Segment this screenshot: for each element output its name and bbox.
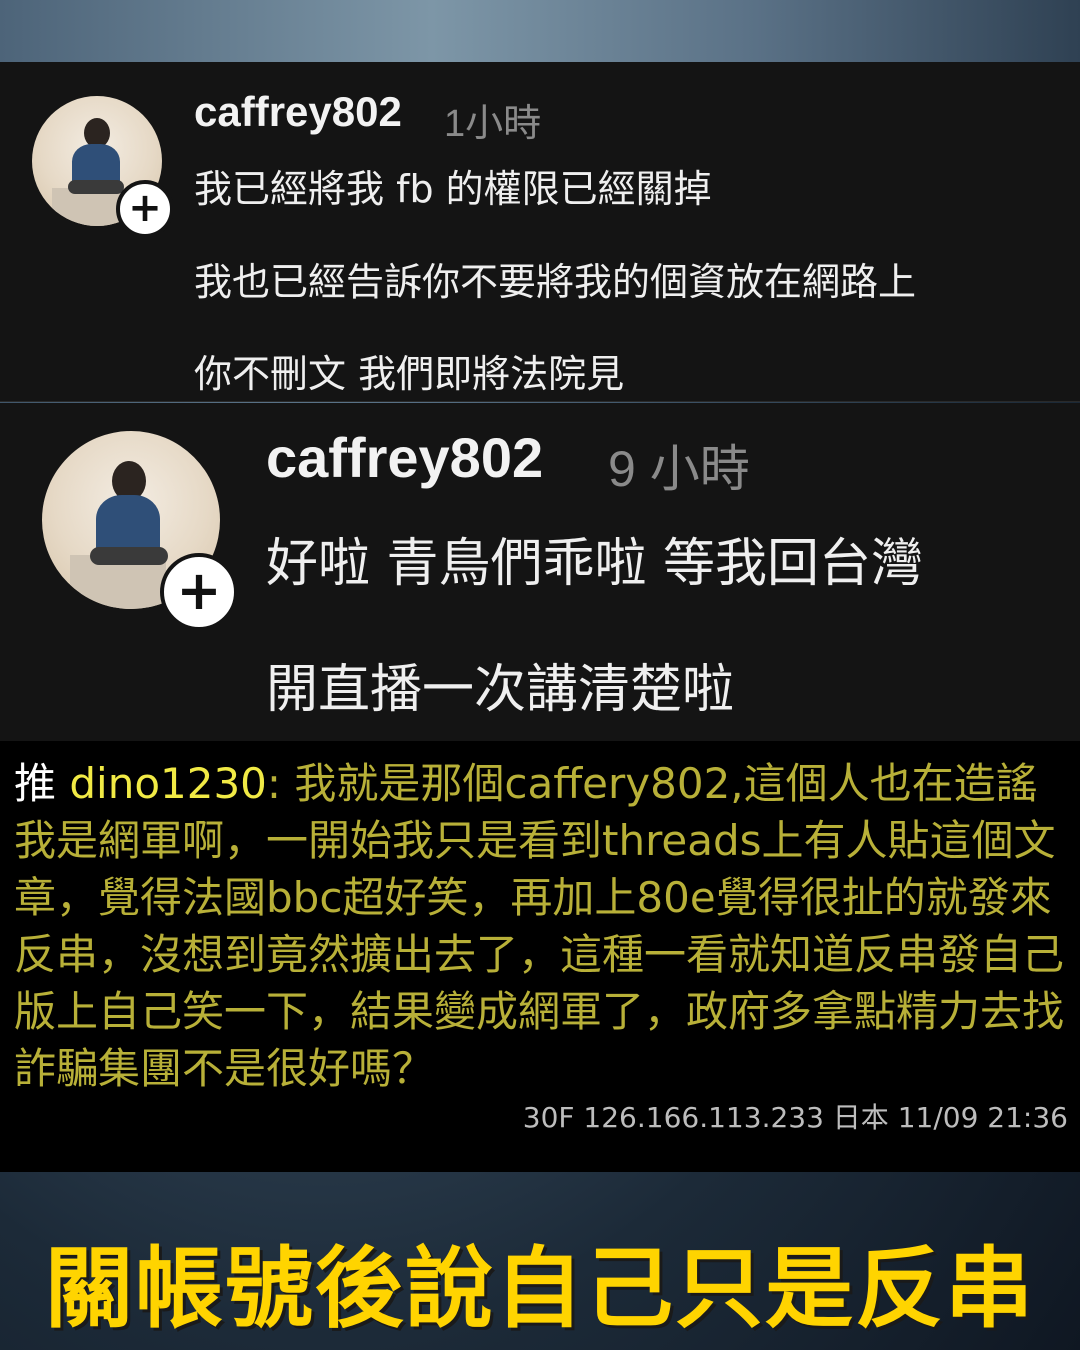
push-meta: 30F 126.166.113.233 日本 11/09 21:36 bbox=[522, 1101, 1068, 1134]
push-content: : 我就是那個caffery802,這個人也在造謠我是網軍啊，一開始我只是看到t… bbox=[14, 759, 1065, 1093]
background-top bbox=[0, 0, 1080, 62]
comment-line: 我也已經告訴你不要將我的個資放在網路上 bbox=[194, 260, 917, 304]
timestamp: 1小時 bbox=[444, 103, 542, 145]
follow-plus-icon[interactable]: + bbox=[116, 180, 174, 238]
comment-line: 我已經將我 fb 的權限已經關掉 bbox=[194, 167, 712, 211]
caption-headline: 關帳號後說自己只是反串 bbox=[44, 1237, 1035, 1340]
comment-line: 你不刪文 我們即將法院見 bbox=[194, 352, 625, 396]
username[interactable]: caffrey802 bbox=[266, 425, 543, 490]
push-tag: 推 bbox=[14, 759, 57, 808]
follow-plus-icon[interactable]: + bbox=[160, 553, 238, 631]
comment-card-2: + caffrey802 9 小時 好啦 青鳥們乖啦 等我回台灣 開直播一次講清… bbox=[0, 403, 1080, 741]
ptt-push-comment: 推 dino1230: 我就是那個caffery802,這個人也在造謠我是網軍啊… bbox=[0, 741, 1080, 1172]
comment-line: 好啦 青鳥們乖啦 等我回台灣 bbox=[266, 534, 924, 594]
timestamp: 9 小時 bbox=[608, 441, 750, 497]
username[interactable]: caffrey802 bbox=[194, 88, 402, 136]
push-username[interactable]: dino1230 bbox=[69, 759, 267, 808]
comment-line: 開直播一次講清楚啦 bbox=[266, 660, 735, 720]
push-text-block: 推 dino1230: 我就是那個caffery802,這個人也在造謠我是網軍啊… bbox=[14, 755, 1072, 1097]
comment-card-1: + caffrey802 1小時 我已經將我 fb 的權限已經關掉 我也已經告訴… bbox=[0, 62, 1080, 402]
